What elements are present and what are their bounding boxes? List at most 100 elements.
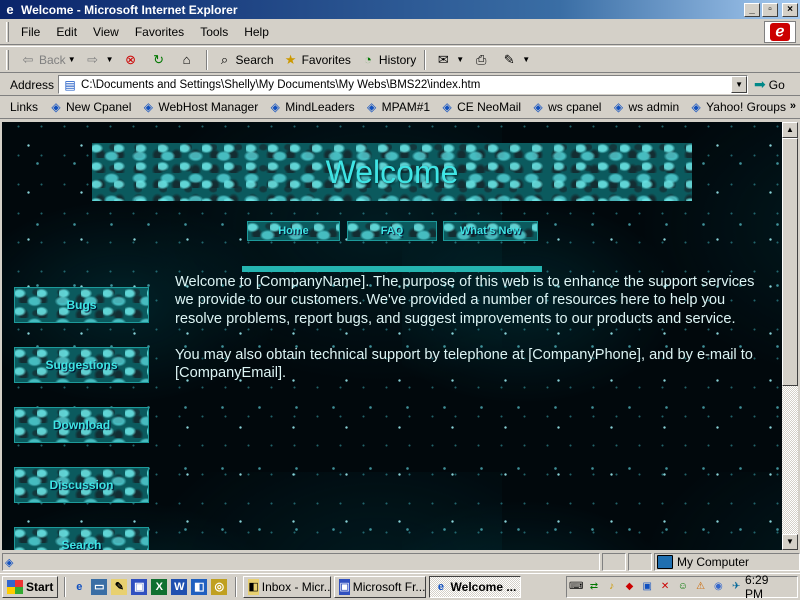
menu-help[interactable]: Help [236, 22, 277, 42]
nav-faq-button[interactable]: FAQ [347, 221, 437, 241]
quicklaunch-separator [64, 577, 67, 597]
security-tray-icon[interactable]: ✕ [658, 580, 672, 594]
links-bar: Links ◈ New Cpanel ◈ WebHost Manager ◈ M… [0, 96, 800, 119]
task-label: Inbox - Micr... [261, 580, 332, 594]
taskbar-clock[interactable]: 6:29 PM [745, 573, 789, 600]
forward-button[interactable]: ⇨ ▼ [80, 49, 118, 71]
nav-home-button[interactable]: Home [247, 221, 340, 241]
link-yahoo-groups[interactable]: ◈ Yahoo! Groups [684, 100, 791, 114]
print-button[interactable]: ⎙ [468, 49, 496, 71]
mail-button[interactable]: ✉ ▼ [430, 49, 468, 71]
sidebar-suggestions-button[interactable]: Suggestions [14, 347, 149, 383]
sidebar-download-button[interactable]: Download [14, 407, 149, 443]
menu-tools[interactable]: Tools [192, 22, 236, 42]
link-mindleaders[interactable]: ◈ MindLeaders [263, 100, 359, 114]
menubar-grip[interactable] [6, 21, 9, 42]
links-chevron-icon[interactable]: » [790, 100, 796, 112]
favorites-label: Favorites [301, 52, 351, 67]
connection-tray-icon[interactable]: ⇄ [587, 580, 601, 594]
page-viewport: Welcome Home FAQ What's New Bugs Suggest… [2, 122, 782, 550]
display-tray-icon[interactable]: ▣ [640, 580, 654, 594]
ie-app-icon[interactable]: e [2, 2, 18, 18]
network-tray-icon[interactable]: ⌨ [569, 580, 583, 594]
scroll-down-icon[interactable]: ▼ [782, 534, 798, 550]
messenger-tray-icon[interactable]: ☺ [676, 580, 690, 594]
alert-tray-icon[interactable]: ⚠ [694, 580, 708, 594]
edit-dropdown-icon[interactable]: ▼ [522, 55, 530, 64]
favorites-button[interactable]: ★ Favorites [278, 49, 355, 71]
link-ws-cpanel[interactable]: ◈ ws cpanel [526, 100, 606, 114]
menu-view[interactable]: View [85, 22, 127, 42]
task-frontpage[interactable]: ▣ Microsoft Fr... [334, 576, 427, 598]
edit-button[interactable]: ✎ ▼ [496, 49, 534, 71]
notepad-quicklaunch-icon[interactable]: ✎ [111, 579, 128, 595]
system-tray: ⌨ ⇄ ♪ ◆ ▣ ✕ ☺ ⚠ ◉ ✈ 6:29 PM [566, 573, 798, 600]
close-button[interactable]: × [782, 2, 798, 17]
refresh-icon: ↻ [153, 51, 164, 67]
ie-task-icon: e [437, 581, 444, 593]
frontpage-task-icon: ▣ [339, 579, 350, 595]
link-label: New Cpanel [66, 100, 132, 114]
address-input[interactable]: ▤ C:\Documents and Settings\Shelly\My Do… [58, 75, 749, 94]
go-button[interactable]: ➡ Go [754, 76, 785, 93]
sidebar-discussion-button[interactable]: Discussion [14, 467, 149, 503]
menu-edit[interactable]: Edit [48, 22, 85, 42]
app-quicklaunch-icon[interactable]: ◎ [211, 579, 228, 595]
refresh-button[interactable]: ↻ [146, 49, 174, 71]
forward-arrow-icon: ⇨ [87, 51, 99, 67]
links-label: Links [10, 100, 39, 114]
chat-tray-icon[interactable]: ◉ [711, 580, 725, 594]
outlook-quicklaunch-icon[interactable]: ◧ [191, 579, 208, 595]
link-page-icon: ◈ [442, 100, 452, 114]
menu-file[interactable]: File [13, 22, 48, 42]
stop-button[interactable]: ⊗ [118, 49, 146, 71]
link-ce-neomail[interactable]: ◈ CE NeoMail [435, 100, 526, 114]
menu-favorites[interactable]: Favorites [127, 22, 192, 42]
maximize-button[interactable]: ▫ [762, 2, 778, 17]
sidebar-search-button[interactable]: Search [14, 527, 149, 550]
desktop-quicklaunch-icon[interactable]: ▭ [91, 579, 108, 595]
nav-whats-new-button[interactable]: What's New [443, 221, 538, 241]
ie-quicklaunch-icon[interactable]: e [71, 579, 87, 595]
antivirus-tray-icon[interactable]: ◆ [623, 580, 637, 594]
page-done-icon: ◈ [5, 556, 14, 569]
link-mpam1[interactable]: ◈ MPAM#1 [360, 100, 435, 114]
update-tray-icon[interactable]: ✈ [729, 580, 743, 594]
link-webhost-manager[interactable]: ◈ WebHost Manager [136, 100, 263, 114]
status-pane [628, 553, 652, 571]
frontpage-quicklaunch-icon[interactable]: ▣ [131, 579, 148, 595]
address-label: Address [10, 77, 55, 92]
back-label: Back [39, 52, 66, 67]
link-new-cpanel[interactable]: ◈ New Cpanel [44, 100, 136, 114]
sidebar-bugs-button[interactable]: Bugs [14, 287, 149, 323]
my-computer-icon [657, 555, 673, 569]
minimize-button[interactable]: _ [744, 2, 760, 17]
favorites-icon: ★ [284, 51, 297, 67]
toolbar-grip[interactable] [6, 49, 9, 70]
stop-icon: ⊗ [125, 51, 136, 67]
volume-tray-icon[interactable]: ♪ [605, 580, 619, 594]
scroll-thumb[interactable] [782, 138, 798, 386]
task-welcome-ie[interactable]: e Welcome ... [429, 576, 522, 598]
address-dropdown-icon[interactable]: ▼ [731, 76, 748, 93]
mail-dropdown-icon[interactable]: ▼ [456, 55, 464, 64]
home-button[interactable]: ⌂ [174, 49, 202, 71]
back-arrow-icon: ⇦ [22, 51, 34, 67]
vertical-scrollbar[interactable]: ▲ ▼ [782, 122, 798, 550]
scroll-up-icon[interactable]: ▲ [782, 122, 798, 138]
link-label: MPAM#1 [381, 100, 431, 114]
windows-logo-icon [7, 580, 23, 594]
start-button[interactable]: Start [2, 576, 59, 598]
link-ws-admin[interactable]: ◈ ws admin [606, 100, 684, 114]
task-inbox[interactable]: ◧ Inbox - Micr... [243, 576, 332, 598]
history-button[interactable]: ◔ History [355, 49, 420, 71]
toolbar-separator [424, 49, 427, 70]
search-button[interactable]: ⌕ Search [212, 49, 278, 71]
address-value[interactable]: C:\Documents and Settings\Shelly\My Docu… [81, 79, 731, 91]
word-quicklaunch-icon[interactable]: W [171, 579, 188, 595]
security-zone: My Computer [654, 553, 800, 571]
back-dropdown-icon[interactable]: ▼ [68, 55, 76, 64]
back-button[interactable]: ⇦ Back ▼ [15, 49, 80, 71]
forward-dropdown-icon[interactable]: ▼ [106, 55, 114, 64]
excel-quicklaunch-icon[interactable]: X [151, 579, 168, 595]
